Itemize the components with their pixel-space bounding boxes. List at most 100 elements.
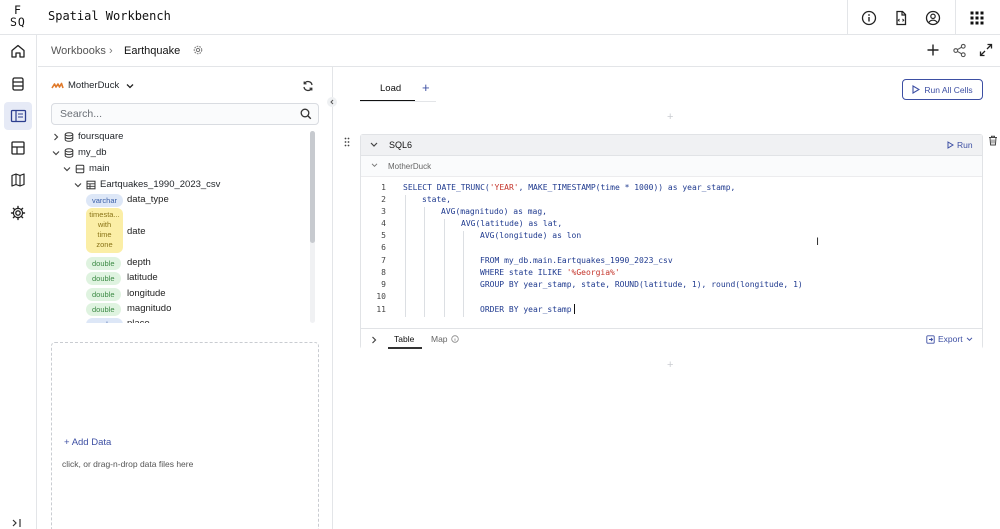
apps-grid-icon[interactable] [961,0,993,35]
code-line-1: SELECT DATE_TRUNC('YEAR', MAKE_TIMESTAMP… [403,183,736,192]
add-cell-below[interactable]: + [667,359,673,371]
docs-icon[interactable] [885,0,917,35]
info-icon [451,335,459,343]
field-name[interactable]: depth [127,257,151,268]
add-icon[interactable] [926,43,940,57]
cell-name[interactable]: SQL6 [389,140,412,150]
line-number: 10 [376,292,386,301]
search-box [51,103,319,125]
text-cursor [574,304,575,314]
type-badge: double [86,257,121,270]
file-drop-zone[interactable]: + Add Data click, or drag-n-drop data fi… [51,342,319,529]
search-icon[interactable] [300,108,312,120]
fsq-logo[interactable]: F SQ [10,4,34,28]
refresh-icon[interactable] [302,80,314,92]
line-number: 5 [381,231,386,240]
expand-sidebar-icon[interactable] [10,517,24,529]
field-name[interactable]: data_type [127,194,169,205]
breadcrumb-bar: Workbooks › Earthquake [38,35,1000,67]
workbook-settings-icon[interactable] [192,44,204,56]
add-data-label: Add Data [71,437,112,448]
tree-item-table[interactable]: Eartquakes_1990_2023_csv [74,179,220,190]
field-name[interactable]: magnitudo [127,303,171,314]
delete-cell-icon[interactable] [988,135,998,146]
run-all-label: Run All Cells [924,84,973,95]
map-icon[interactable] [4,166,32,194]
database-selector[interactable]: MotherDuck [51,80,134,91]
chevron-down-icon[interactable] [371,163,378,168]
fullscreen-icon[interactable] [979,43,993,57]
collapse-sidebar-icon[interactable] [327,97,337,107]
tree-label: Eartquakes_1990_2023_csv [100,179,221,190]
field-name[interactable]: place [127,318,150,323]
sql-editor[interactable]: 1 2 3 4 5 6 7 8 9 10 11 SELECT DATE_TRUN… [361,178,982,318]
cell-footer: Table Map Export [361,328,982,349]
indent-guide [444,219,445,317]
tree-item-my-db[interactable]: my_db [52,147,107,158]
search-input[interactable] [60,107,280,121]
table-icon [86,180,96,190]
left-nav [0,35,37,529]
chevron-right-icon [52,133,60,141]
info-icon[interactable] [853,0,885,35]
export-icon [926,334,935,344]
line-number: 3 [381,207,386,216]
logo-line-2: SQ [10,15,26,29]
database-icon [64,147,74,158]
result-tab-map[interactable]: Map [431,334,448,344]
code-line-4: AVG(latitude) as lat, [461,219,563,228]
chevron-right-icon[interactable] [371,336,377,344]
settings-gear-icon[interactable] [4,199,32,227]
active-tab-indicator [388,347,422,349]
tree-item-foursquare[interactable]: foursquare [52,131,123,142]
database-icon[interactable] [4,70,32,98]
run-cell-button[interactable]: Run [947,140,973,150]
indent-guide [405,195,406,317]
export-button[interactable]: Export [926,334,973,344]
add-data-button[interactable]: + Add Data [64,437,111,448]
cell-source[interactable]: MotherDuck [388,162,431,171]
field-name[interactable]: latitude [127,272,158,283]
tab-load[interactable]: Load [380,83,401,94]
notebook-icon[interactable] [4,102,32,130]
tree-item-main[interactable]: main [63,163,110,174]
cell-header: SQL6 Run [361,135,982,156]
result-tab-table[interactable]: Table [394,334,414,344]
home-icon[interactable] [4,37,32,65]
code-line-5: AVG(longitude) as lon [480,231,582,240]
motherduck-logo-icon [51,82,64,90]
field-name[interactable]: date [127,226,146,237]
schema-icon [75,164,85,174]
cell-source-bar: MotherDuck [361,156,982,177]
app-title: Spatial Workbench [48,9,171,23]
scrollbar-thumb[interactable] [310,131,315,243]
divider [847,0,848,35]
chevron-down-icon[interactable] [370,142,378,148]
line-number: 9 [381,280,386,289]
drag-handle-icon[interactable] [344,137,350,147]
breadcrumb-workbooks[interactable]: Workbooks [51,45,106,57]
play-icon [912,85,921,94]
plus-icon: + [64,437,70,448]
data-sidebar: MotherDuck foursquare my_db main Eartqua… [38,67,333,529]
indent-guide [424,207,425,317]
database-icon [64,131,74,142]
database-name: MotherDuck [68,80,120,91]
add-cell-above[interactable]: + [667,111,673,123]
breadcrumb-current: Earthquake [124,45,181,57]
chevron-down-icon [126,83,134,89]
user-account-icon[interactable] [917,0,949,35]
add-tab-button[interactable]: + [422,80,430,95]
share-icon[interactable] [952,43,967,58]
code-line-3: AVG(magnitudo) as mag, [441,207,547,216]
tree-label: main [89,163,110,174]
ibeam-cursor-icon: I [816,236,820,248]
tree-label: my_db [78,147,107,158]
clipped-row: varchar place [78,317,308,323]
run-all-cells-button[interactable]: Run All Cells [902,79,983,100]
line-number: 4 [381,219,386,228]
line-number: 11 [376,305,386,314]
field-name[interactable]: longitude [127,288,166,299]
play-icon [947,141,954,149]
dashboard-icon[interactable] [4,134,32,162]
